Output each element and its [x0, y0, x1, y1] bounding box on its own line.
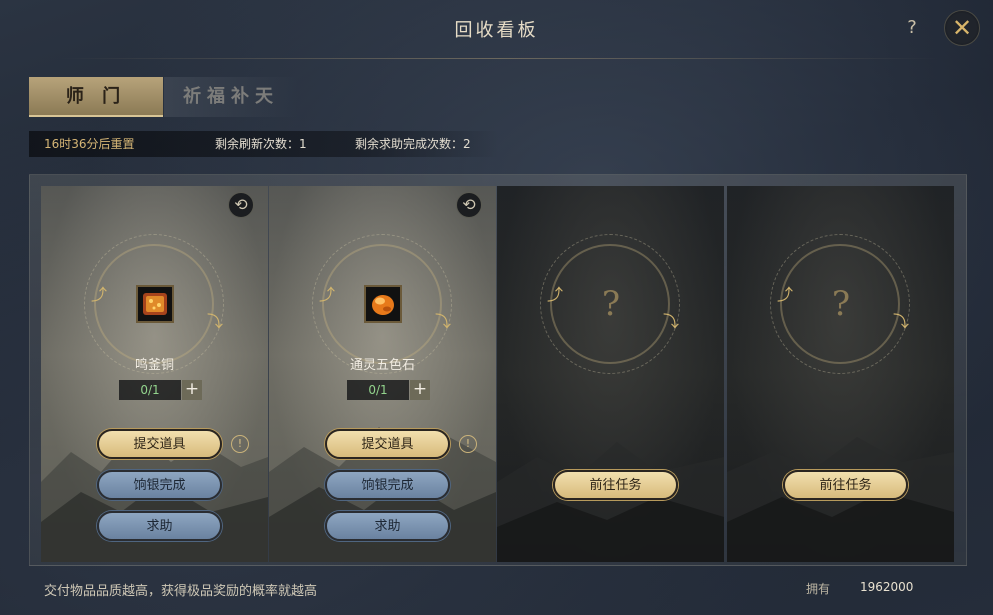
help-icon[interactable]: ?: [900, 16, 924, 40]
cycle-arrow-icon: ⤵: [663, 312, 680, 331]
item-name: 鸣釜铜: [134, 358, 174, 373]
mountain-bg: [497, 442, 724, 562]
item-name: 通灵五色石: [349, 358, 415, 373]
item-count: 0/1: [119, 380, 181, 400]
cycle-arrow-icon: ⤴: [319, 285, 336, 304]
silver-complete-button[interactable]: 饷银完成: [325, 470, 450, 500]
title-divider: [60, 58, 940, 59]
cycle-arrow-icon: ⤴: [777, 285, 794, 304]
item-count: 0/1: [347, 380, 409, 400]
tab-shimen[interactable]: 师 门: [29, 77, 163, 117]
copper-ore-graphic: [143, 293, 167, 315]
cycle-arrow-icon: ⤵: [435, 312, 452, 331]
warning-icon[interactable]: !: [459, 435, 477, 453]
five-color-stone-icon[interactable]: [364, 285, 402, 323]
unknown-item-icon: ?: [601, 284, 621, 324]
submit-item-button[interactable]: 提交道具: [325, 429, 450, 459]
task-card-3: ⤴ ⤵ ? 前往任务: [497, 186, 724, 562]
help-count: 剩余求助完成次数：2: [355, 137, 471, 151]
recycle-board-window: 回收看板 ? ✕ 师 门 祈福补天 16时36分后重置 剩余刷新次数：1 剩余求…: [0, 0, 993, 615]
refresh-icon[interactable]: ⟲: [456, 192, 482, 218]
refresh-count: 剩余刷新次数：1: [215, 137, 307, 151]
refresh-icon[interactable]: ⟲: [228, 192, 254, 218]
unknown-item-icon: ?: [831, 284, 851, 324]
add-item-button[interactable]: +: [182, 380, 202, 400]
reset-timer: 16时36分后重置: [44, 137, 135, 151]
cycle-arrow-icon: ⤴: [91, 285, 108, 304]
info-bar: 16时36分后重置 剩余刷新次数：1 剩余求助完成次数：2: [29, 131, 499, 157]
close-button[interactable]: ✕: [944, 10, 980, 46]
window-title: 回收看板: [454, 20, 539, 41]
submit-item-button[interactable]: 提交道具: [97, 429, 222, 459]
warning-icon[interactable]: !: [231, 435, 249, 453]
cycle-arrow-icon: ⤴: [547, 285, 564, 304]
tab-qifu-butian[interactable]: 祈福补天: [164, 77, 298, 117]
ask-help-button[interactable]: 求助: [325, 511, 450, 541]
stone-graphic: [372, 295, 394, 315]
goto-task-button[interactable]: 前往任务: [783, 470, 908, 500]
add-item-button[interactable]: +: [410, 380, 430, 400]
ask-help-button[interactable]: 求助: [97, 511, 222, 541]
cycle-arrow-icon: ⤵: [207, 312, 224, 331]
task-card-4: ⤴ ⤵ ? 前往任务: [727, 186, 954, 562]
task-card-1: ⟲ ⤴ ⤵ 鸣釜铜 0/1 + 提交道具 ! 饷银完成 求助: [41, 186, 268, 562]
owned-label: 拥有: [806, 582, 831, 596]
task-card-2: ⟲ ⤴ ⤵ 通灵五色石 0/1 + 提交道具 ! 饷银完成 求助: [269, 186, 496, 562]
silver-amount: 1962000: [860, 580, 914, 594]
footer-tip: 交付物品品质越高，获得极品奖励的概率就越高: [44, 584, 318, 599]
mountain-bg: [727, 437, 954, 562]
copper-ore-icon[interactable]: [136, 285, 174, 323]
cycle-arrow-icon: ⤵: [893, 312, 910, 331]
goto-task-button[interactable]: 前往任务: [553, 470, 678, 500]
silver-complete-button[interactable]: 饷银完成: [97, 470, 222, 500]
